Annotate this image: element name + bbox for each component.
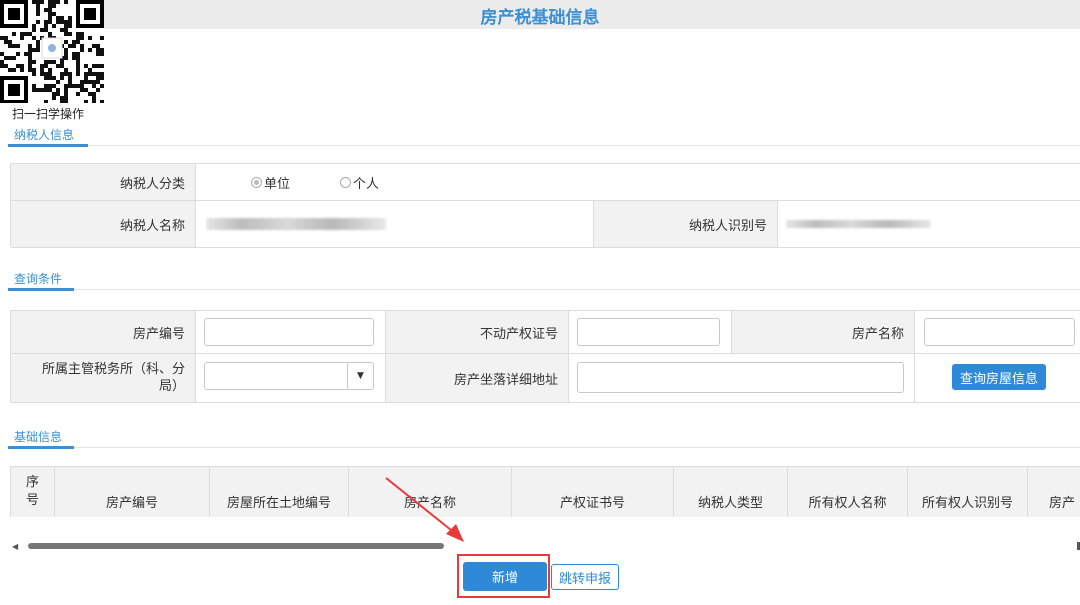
col-house-more: 房产 xyxy=(1028,467,1080,517)
page-title: 房产税基础信息 xyxy=(480,8,600,28)
radio-unit-label: 单位 xyxy=(264,176,291,192)
section-basic-info: 基础信息 xyxy=(8,426,1080,449)
taxpayer-category-label: 纳税人分类 xyxy=(11,164,196,201)
radio-unchecked-icon xyxy=(340,176,352,188)
col-owner-name: 所有权人名称 xyxy=(788,467,908,517)
qr-caption: 扫一扫学操作 xyxy=(12,107,85,121)
house-name-input[interactable] xyxy=(924,318,1075,346)
qr-code-image xyxy=(0,0,104,103)
taxpayer-info-grid: 纳税人分类 单位 个人 纳税人名称 纳税人识别号 xyxy=(10,163,1080,248)
house-name-label: 房产名称 xyxy=(732,311,915,354)
radio-individual[interactable]: 个人 xyxy=(340,173,379,192)
redacted-taxpayer-name xyxy=(206,218,386,230)
section-title: 查询条件 xyxy=(14,272,63,286)
taxpayer-id-label: 纳税人识别号 xyxy=(594,201,778,248)
col-seq: 序号 xyxy=(11,467,55,517)
jump-to-declare-button[interactable]: 跳转申报 xyxy=(551,564,619,590)
tax-office-label: 所属主管税务所（科、分局） xyxy=(11,354,196,403)
search-house-button[interactable]: 查询房屋信息 xyxy=(952,364,1046,390)
address-label: 房产坐落详细地址 xyxy=(386,354,569,403)
radio-unit[interactable]: 单位 xyxy=(251,173,290,192)
property-cert-input[interactable] xyxy=(577,318,720,346)
section-title-underline xyxy=(8,144,88,147)
col-land-no: 房屋所在土地编号 xyxy=(210,467,349,517)
caret-down-icon[interactable]: ▼ xyxy=(347,363,373,389)
section-title: 纳税人信息 xyxy=(14,128,75,142)
house-no-label: 房产编号 xyxy=(11,311,196,354)
col-owner-id: 所有权人识别号 xyxy=(908,467,1028,517)
col-cert-no: 产权证书号 xyxy=(512,467,674,517)
taxpayer-name-value xyxy=(196,201,594,248)
taxpayer-id-value xyxy=(778,201,1080,248)
section-taxpayer-info: 纳税人信息 xyxy=(8,124,1080,147)
section-title: 基础信息 xyxy=(14,430,63,444)
radio-individual-label: 个人 xyxy=(353,176,380,192)
house-table-header: 序号 房产编号 房屋所在土地编号 房产名称 产权证书号 纳税人类型 所有权人名称… xyxy=(10,466,1080,517)
col-taxpayer-type: 纳税人类型 xyxy=(674,467,788,517)
section-query-conditions: 查询条件 xyxy=(8,268,1080,291)
query-grid: 房产编号 不动产权证号 房产名称 所属主管税务所（科、分局） 房产坐落详细地址 xyxy=(10,310,1080,403)
tax-office-label-text: 所属主管税务所（科、分局） xyxy=(41,362,185,394)
tax-office-select[interactable]: ▼ xyxy=(204,362,374,390)
property-cert-label: 不动产权证号 xyxy=(386,311,569,354)
house-no-input[interactable] xyxy=(204,318,374,346)
section-title-underline-3 xyxy=(8,446,74,449)
arrow-head xyxy=(446,524,464,542)
page-header: 房产税基础信息 xyxy=(0,0,1080,29)
arrow-shaft xyxy=(385,477,457,535)
section-title-underline-2 xyxy=(8,288,74,291)
taxpayer-category-options: 单位 个人 xyxy=(196,164,1080,201)
address-input[interactable] xyxy=(577,362,904,393)
col-house-no: 房产编号 xyxy=(55,467,210,517)
col-seq-label: 序号 xyxy=(25,475,39,508)
taxpayer-name-label: 纳税人名称 xyxy=(11,201,196,248)
redacted-taxpayer-id xyxy=(786,220,931,228)
annotation-arrow-icon xyxy=(385,477,464,542)
annotation-highlight-box xyxy=(457,554,550,598)
scroll-left-arrow-icon[interactable]: ◀ xyxy=(12,542,18,551)
radio-checked-icon xyxy=(251,176,262,188)
horizontal-scrollbar[interactable]: ◀ xyxy=(8,540,1080,552)
